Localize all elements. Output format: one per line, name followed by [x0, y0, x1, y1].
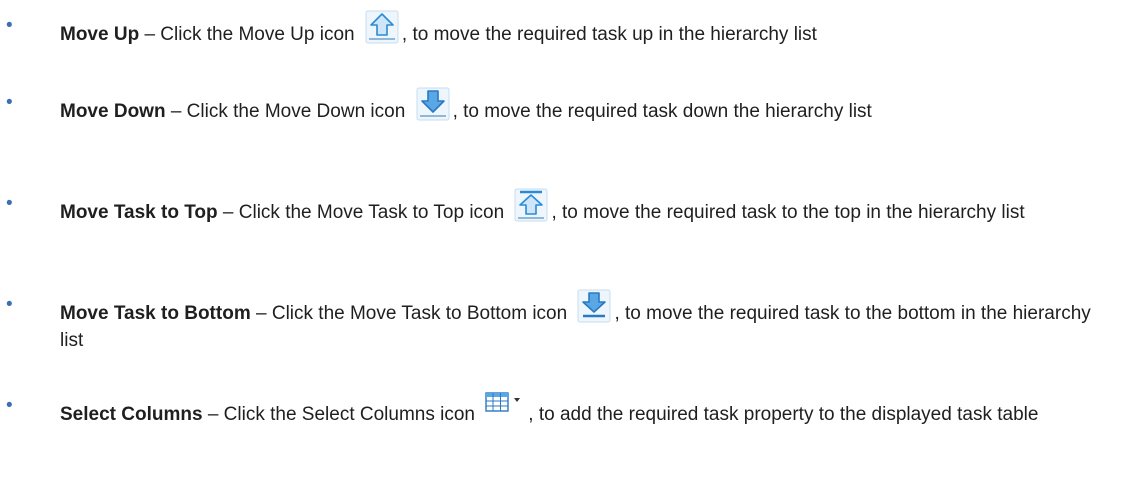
- item-lead: – Click the Move Up icon: [139, 24, 360, 45]
- item-lead: – Click the Move Down icon: [165, 101, 411, 122]
- bullet: •: [6, 395, 13, 416]
- item-text: Move Task to Bottom – Click the Move Tas…: [60, 289, 1110, 354]
- item-term: Move Task to Bottom: [60, 303, 251, 324]
- item-tail: , to move the required task up in the hi…: [401, 24, 817, 45]
- item-term: Move Down: [60, 101, 166, 122]
- bullet: •: [6, 294, 13, 315]
- item-text: Select Columns – Click the Select Column…: [60, 392, 1110, 428]
- arrow-down-icon: [416, 87, 450, 121]
- arrow-to-top-icon: [514, 188, 548, 222]
- item-text: Move Task to Top – Click the Move Task t…: [60, 188, 1110, 226]
- item-term: Move Up: [60, 24, 140, 45]
- item-term: Select Columns: [60, 404, 203, 425]
- item-lead: – Click the Select Columns icon: [202, 404, 481, 425]
- bullet: •: [6, 92, 13, 113]
- arrow-up-icon: [365, 10, 399, 44]
- item-tail: , to move the required task down the hie…: [452, 101, 872, 122]
- item-tail: , to move the required task to the top i…: [551, 202, 1025, 223]
- bullet-list: • Move Up – Click the Move Up icon , to …: [0, 0, 1126, 478]
- arrow-to-bottom-icon: [577, 289, 611, 323]
- item-tail: , to add the required task property to t…: [528, 404, 1039, 425]
- item-text: Move Up – Click the Move Up icon , to mo…: [60, 10, 1110, 48]
- bullet: •: [6, 15, 13, 36]
- item-lead: – Click the Move Task to Top icon: [217, 202, 510, 223]
- item-term: Move Task to Top: [60, 202, 218, 223]
- item-text: Move Down – Click the Move Down icon , t…: [60, 87, 1110, 125]
- table-columns-icon: [485, 392, 525, 424]
- bullet: •: [6, 193, 13, 214]
- item-lead: – Click the Move Task to Bottom icon: [250, 303, 573, 324]
